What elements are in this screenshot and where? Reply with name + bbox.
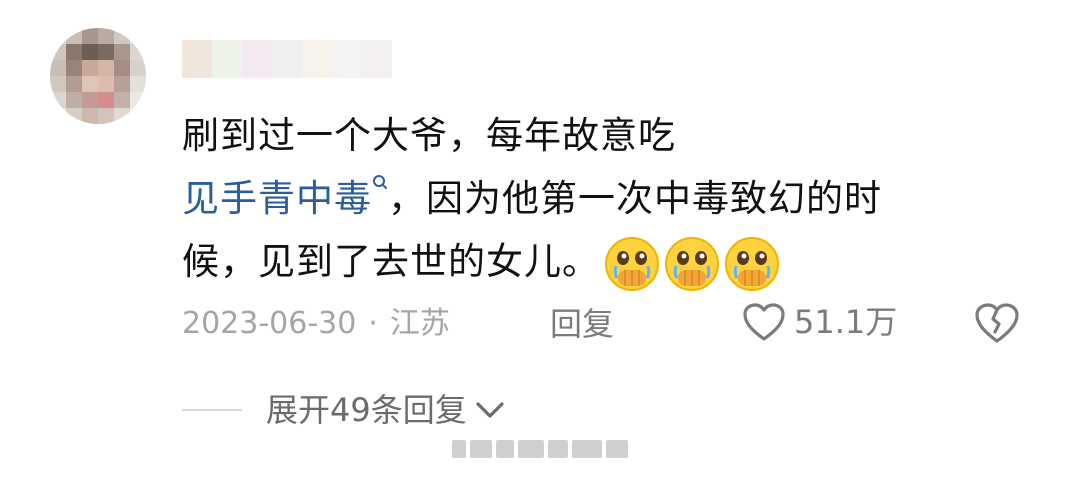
like-count: 51.1万 <box>794 303 898 341</box>
search-icon[interactable] <box>372 173 388 197</box>
comment-line-1: 刷到过一个大爷，每年故意吃 <box>182 114 676 157</box>
heart-icon[interactable] <box>742 302 786 342</box>
blurred-watermark <box>452 434 632 464</box>
meta-separator: · <box>368 306 378 341</box>
comment-text: 刷到过一个大爷，每年故意吃 见手青中毒 ，因为他第一次中毒致幻的时 候，见到了去世… <box>182 104 1032 293</box>
dislike-button[interactable] <box>974 302 1020 348</box>
search-link-text[interactable]: 见手青中毒 <box>182 177 372 220</box>
like-button[interactable]: 51.1万 <box>742 300 897 344</box>
username-blurred[interactable] <box>182 40 392 78</box>
comment-line-2: 见手青中毒 ，因为他第一次中毒致幻的时 <box>182 167 1032 230</box>
comment-card: 刷到过一个大爷，每年故意吃 见手青中毒 ，因为他第一次中毒致幻的时 候，见到了去世… <box>0 0 1078 477</box>
broken-heart-icon[interactable] <box>974 302 1020 344</box>
comment-meta: 2023-06-30 · 江苏 <box>182 302 450 346</box>
comment-line-2-rest: ，因为他第一次中毒致幻的时 <box>388 177 882 220</box>
comment-date: 2023-06-30 <box>182 306 357 341</box>
avatar[interactable] <box>50 28 146 124</box>
chevron-down-icon[interactable] <box>475 400 505 420</box>
expand-replies-label[interactable]: 展开49条回复 <box>266 388 467 432</box>
crying-emoji-icon <box>725 236 779 291</box>
expand-replies-button[interactable]: 展开49条回复 <box>182 388 505 432</box>
comment-location: 江苏 <box>389 306 450 341</box>
expand-divider-line <box>182 409 242 411</box>
reply-button[interactable]: 回复 <box>550 302 614 346</box>
comment-line-3-text: 候，见到了去世的女儿。 <box>182 240 600 283</box>
crying-emoji-icon <box>605 236 659 291</box>
search-link[interactable]: 见手青中毒 <box>182 175 388 220</box>
crying-emoji-icon <box>665 236 719 291</box>
comment-line-3: 候，见到了去世的女儿。 <box>182 230 1032 293</box>
